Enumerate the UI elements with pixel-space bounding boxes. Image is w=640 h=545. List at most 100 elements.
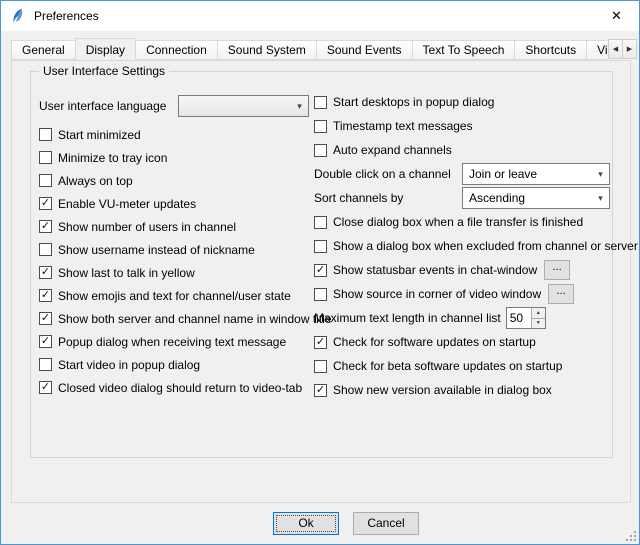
spin-up-icon: ▲ [536, 310, 541, 316]
ellipsis-button-show-source-in-corner-of-video-window[interactable]: ... [548, 284, 574, 304]
checkbox-show-username-instead-of-nickname[interactable] [39, 243, 52, 256]
checkbox-show-new-version-available-in-dialog-box[interactable]: ✓ [314, 384, 327, 397]
checkbox-popup-dialog-when-receiving-text-message[interactable]: ✓ [39, 335, 52, 348]
checkbox-start-desktops-in-popup-dialog[interactable] [314, 96, 327, 109]
checkbox-label: Check for beta software updates on start… [333, 359, 562, 373]
right-column: Start desktops in popup dialog Timestamp … [314, 90, 610, 402]
checkbox-row-popup-dialog-when-receiving-text-message[interactable]: ✓ Popup dialog when receiving text messag… [39, 330, 315, 353]
checkbox-label: Timestamp text messages [333, 119, 473, 133]
checkbox-row-start-minimized[interactable]: Start minimized [39, 123, 315, 146]
checkbox-row-start-video-in-popup-dialog[interactable]: Start video in popup dialog [39, 353, 315, 376]
checkbox-row-show-emojis-and-text-for-channel-user-state[interactable]: ✓ Show emojis and text for channel/user s… [39, 284, 315, 307]
language-row: User interface language ▾ [39, 94, 315, 118]
checkbox-label: Check for software updates on startup [333, 335, 536, 349]
right-mid-checkbox-list: Close dialog box when a file transfer is… [314, 210, 610, 306]
checkbox-closed-video-dialog-should-return-to-video-tab[interactable]: ✓ [39, 381, 52, 394]
tab-scroll-right-button[interactable]: ▶ [622, 39, 637, 59]
language-dropdown[interactable]: ▾ [178, 95, 309, 117]
checkbox-row-check-for-software-updates-on-startup[interactable]: ✓ Check for software updates on startup [314, 330, 610, 354]
tab-text-to-speech[interactable]: Text To Speech [412, 40, 516, 60]
checkbox-row-show-a-dialog-box-when-excluded-from-channel-or-[interactable]: Show a dialog box when excluded from cha… [314, 234, 610, 258]
close-button[interactable]: ✕ [594, 1, 639, 31]
checkbox-timestamp-text-messages[interactable] [314, 120, 327, 133]
tab-connection[interactable]: Connection [135, 40, 218, 60]
checkbox-row-enable-vu-meter-updates[interactable]: ✓Enable VU-meter updates [39, 192, 315, 215]
checkbox-show-last-to-talk-in-yellow[interactable]: ✓ [39, 266, 52, 279]
checkbox-row-start-desktops-in-popup-dialog[interactable]: Start desktops in popup dialog [314, 90, 610, 114]
titlebar: Preferences ✕ [1, 1, 639, 31]
checkbox-label: Always on top [58, 174, 133, 188]
checkbox-check-for-beta-software-updates-on-startup[interactable] [314, 360, 327, 373]
ok-button[interactable]: Ok [273, 512, 339, 535]
language-label: User interface language [39, 99, 178, 113]
display-tab-pane: User Interface Settings User interface l… [11, 60, 631, 503]
max-text-length-spinner[interactable]: 50 ▲ ▼ [506, 307, 546, 329]
checkbox-row-show-statusbar-events-in-chat-window[interactable]: ✓Show statusbar events in chat-window... [314, 258, 610, 282]
spin-down-icon: ▼ [536, 320, 541, 326]
checkbox-enable-vu-meter-updates[interactable]: ✓ [39, 197, 52, 210]
cancel-button[interactable]: Cancel [353, 512, 419, 535]
sort-channels-label: Sort channels by [314, 191, 462, 205]
checkbox-label: Show source in corner of video window [333, 287, 541, 301]
close-icon: ✕ [611, 8, 622, 24]
checkbox-row-check-for-beta-software-updates-on-startup[interactable]: Check for beta software updates on start… [314, 354, 610, 378]
checkbox-label: Show both server and channel name in win… [58, 312, 332, 326]
tab-list: GeneralDisplayConnectionSound SystemSoun… [11, 38, 607, 60]
sort-channels-dropdown[interactable]: Ascending ▾ [462, 187, 610, 209]
checkbox-show-statusbar-events-in-chat-window[interactable]: ✓ [314, 264, 327, 277]
checkbox-row-show-last-to-talk-in-yellow[interactable]: ✓Show last to talk in yellow [39, 261, 315, 284]
spinner-arrows: ▲ ▼ [531, 308, 545, 328]
checkbox-row-closed-video-dialog-should-return-to-video-tab[interactable]: ✓Closed video dialog should return to vi… [39, 376, 315, 399]
resize-grip[interactable] [624, 529, 637, 542]
checkbox-label: Start video in popup dialog [58, 358, 200, 372]
checkbox-start-minimized[interactable] [39, 128, 52, 141]
checkbox-row-show-username-instead-of-nickname[interactable]: Show username instead of nickname [39, 238, 315, 261]
ellipsis-button-show-statusbar-events-in-chat-window[interactable]: ... [544, 260, 570, 280]
scroll-left-icon: ◀ [613, 45, 618, 53]
checkbox-row-show-both-server-and-channel-name-in-window-titl[interactable]: ✓Show both server and channel name in wi… [39, 307, 315, 330]
checkbox-label: Auto expand channels [333, 143, 452, 157]
checkbox-label: Show new version available in dialog box [333, 383, 552, 397]
window-title: Preferences [34, 1, 99, 31]
checkbox-always-on-top[interactable] [39, 174, 52, 187]
checkbox-label: Show emojis and text for channel/user st… [58, 289, 291, 303]
double-click-dropdown[interactable]: Join or leave ▾ [462, 163, 610, 185]
checkbox-check-for-software-updates-on-startup[interactable]: ✓ [314, 336, 327, 349]
checkbox-row-minimize-to-tray-icon[interactable]: Minimize to tray icon [39, 146, 315, 169]
checkbox-row-always-on-top[interactable]: Always on top [39, 169, 315, 192]
spin-up-button[interactable]: ▲ [532, 308, 545, 318]
checkbox-row-timestamp-text-messages[interactable]: Timestamp text messages [314, 114, 610, 138]
checkbox-label: Popup dialog when receiving text message [58, 335, 286, 349]
sort-channels-dropdown-value: Ascending [469, 191, 594, 205]
checkbox-minimize-to-tray-icon[interactable] [39, 151, 52, 164]
checkbox-row-close-dialog-box-when-a-file-transfer-is-finishe[interactable]: Close dialog box when a file transfer is… [314, 210, 610, 234]
checkbox-label: Close dialog box when a file transfer is… [333, 215, 583, 229]
checkbox-auto-expand-channels[interactable] [314, 144, 327, 157]
tab-video[interactable]: Video [586, 40, 607, 60]
tab-scroll-left-button[interactable]: ◀ [608, 39, 623, 59]
preferences-window: { "colors": { "focus_border": "#0078d7",… [0, 0, 640, 545]
tab-shortcuts[interactable]: Shortcuts [514, 40, 587, 60]
checkbox-label: Start minimized [58, 128, 141, 142]
checkbox-show-both-server-and-channel-name-in-window-titl[interactable]: ✓ [39, 312, 52, 325]
checkbox-row-show-number-of-users-in-channel[interactable]: ✓ Show number of users in channel [39, 215, 315, 238]
checkbox-close-dialog-box-when-a-file-transfer-is-finishe[interactable] [314, 216, 327, 229]
tab-sound-system[interactable]: Sound System [217, 40, 317, 60]
checkbox-row-show-source-in-corner-of-video-window[interactable]: Show source in corner of video window... [314, 282, 610, 306]
checkbox-show-source-in-corner-of-video-window[interactable] [314, 288, 327, 301]
checkbox-show-a-dialog-box-when-excluded-from-channel-or-[interactable] [314, 240, 327, 253]
checkbox-row-show-new-version-available-in-dialog-box[interactable]: ✓ Show new version available in dialog bo… [314, 378, 610, 402]
checkbox-show-emojis-and-text-for-channel-user-state[interactable]: ✓ [39, 289, 52, 302]
tab-general[interactable]: General [11, 40, 76, 60]
double-click-dropdown-value: Join or leave [469, 167, 594, 181]
checkbox-show-number-of-users-in-channel[interactable]: ✓ [39, 220, 52, 233]
tab-sound-events[interactable]: Sound Events [316, 40, 413, 60]
checkbox-label: Show number of users in channel [58, 220, 236, 234]
checkbox-start-video-in-popup-dialog[interactable] [39, 358, 52, 371]
max-text-length-label: Maximum text length in channel list [314, 311, 501, 325]
chevron-down-icon: ▾ [594, 169, 607, 180]
checkbox-row-auto-expand-channels[interactable]: Auto expand channels [314, 138, 610, 162]
max-text-length-row: Maximum text length in channel list 50 ▲… [314, 306, 610, 330]
tab-display[interactable]: Display [75, 38, 136, 60]
spin-down-button[interactable]: ▼ [532, 318, 545, 329]
